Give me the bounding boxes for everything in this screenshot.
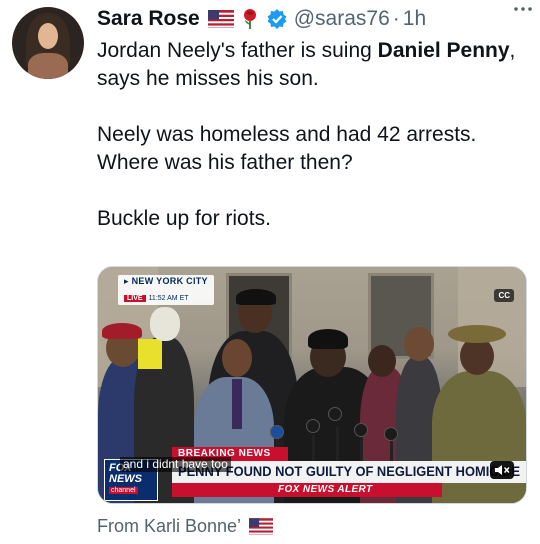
post-time[interactable]: 1h: [403, 7, 426, 31]
speaker-muted-icon[interactable]: [490, 461, 514, 479]
source-text: From Karli Bonne’: [97, 516, 242, 536]
author-avatar[interactable]: [12, 7, 84, 79]
header-separator: ·: [392, 7, 400, 30]
tweet-header: Sara Rose @saras76 · 1h: [97, 5, 532, 33]
microphone-icon: [328, 407, 342, 421]
avatar-face: [38, 23, 58, 49]
microphone-icon: [354, 423, 368, 437]
avatar-body: [28, 53, 68, 79]
media-source: From Karli Bonne’: [97, 516, 274, 537]
location-label: ▸ NEW YORK CITY: [124, 276, 208, 286]
tweet-text: Jordan Neely's father is suing Daniel Pe…: [97, 37, 527, 261]
us-flag-icon: [207, 10, 234, 28]
verified-badge-icon[interactable]: [266, 8, 288, 30]
tweet-paragraph-1: Jordan Neely's father is suing Daniel Pe…: [97, 39, 516, 90]
more-options-icon[interactable]: [512, 4, 534, 14]
tweet-paragraph-3: Buckle up for riots.: [97, 207, 271, 230]
live-tag: LIVE: [124, 295, 146, 302]
author-handle[interactable]: @saras76: [294, 7, 390, 31]
microphone-icon: [270, 425, 284, 439]
live-location-bug: ▸ NEW YORK CITY LIVE 11:52 AM ET: [118, 275, 214, 305]
rose-icon: [243, 9, 256, 29]
microphone-icon: [384, 427, 398, 441]
us-flag-icon: [249, 518, 274, 535]
author-name[interactable]: Sara Rose: [97, 7, 200, 31]
live-time: 11:52 AM ET: [148, 295, 189, 302]
tweet-paragraph-2: Neely was homeless and had 42 arrests. W…: [97, 123, 477, 174]
video-player[interactable]: ▸ NEW YORK CITY LIVE 11:52 AM ET CC BREAK…: [97, 266, 527, 504]
closed-captions-button[interactable]: CC: [494, 289, 514, 302]
fox-news-alert: FOX NEWS ALERT: [278, 484, 373, 495]
video-caption: and i didnt have too: [120, 457, 231, 472]
microphone-icon: [306, 419, 320, 433]
